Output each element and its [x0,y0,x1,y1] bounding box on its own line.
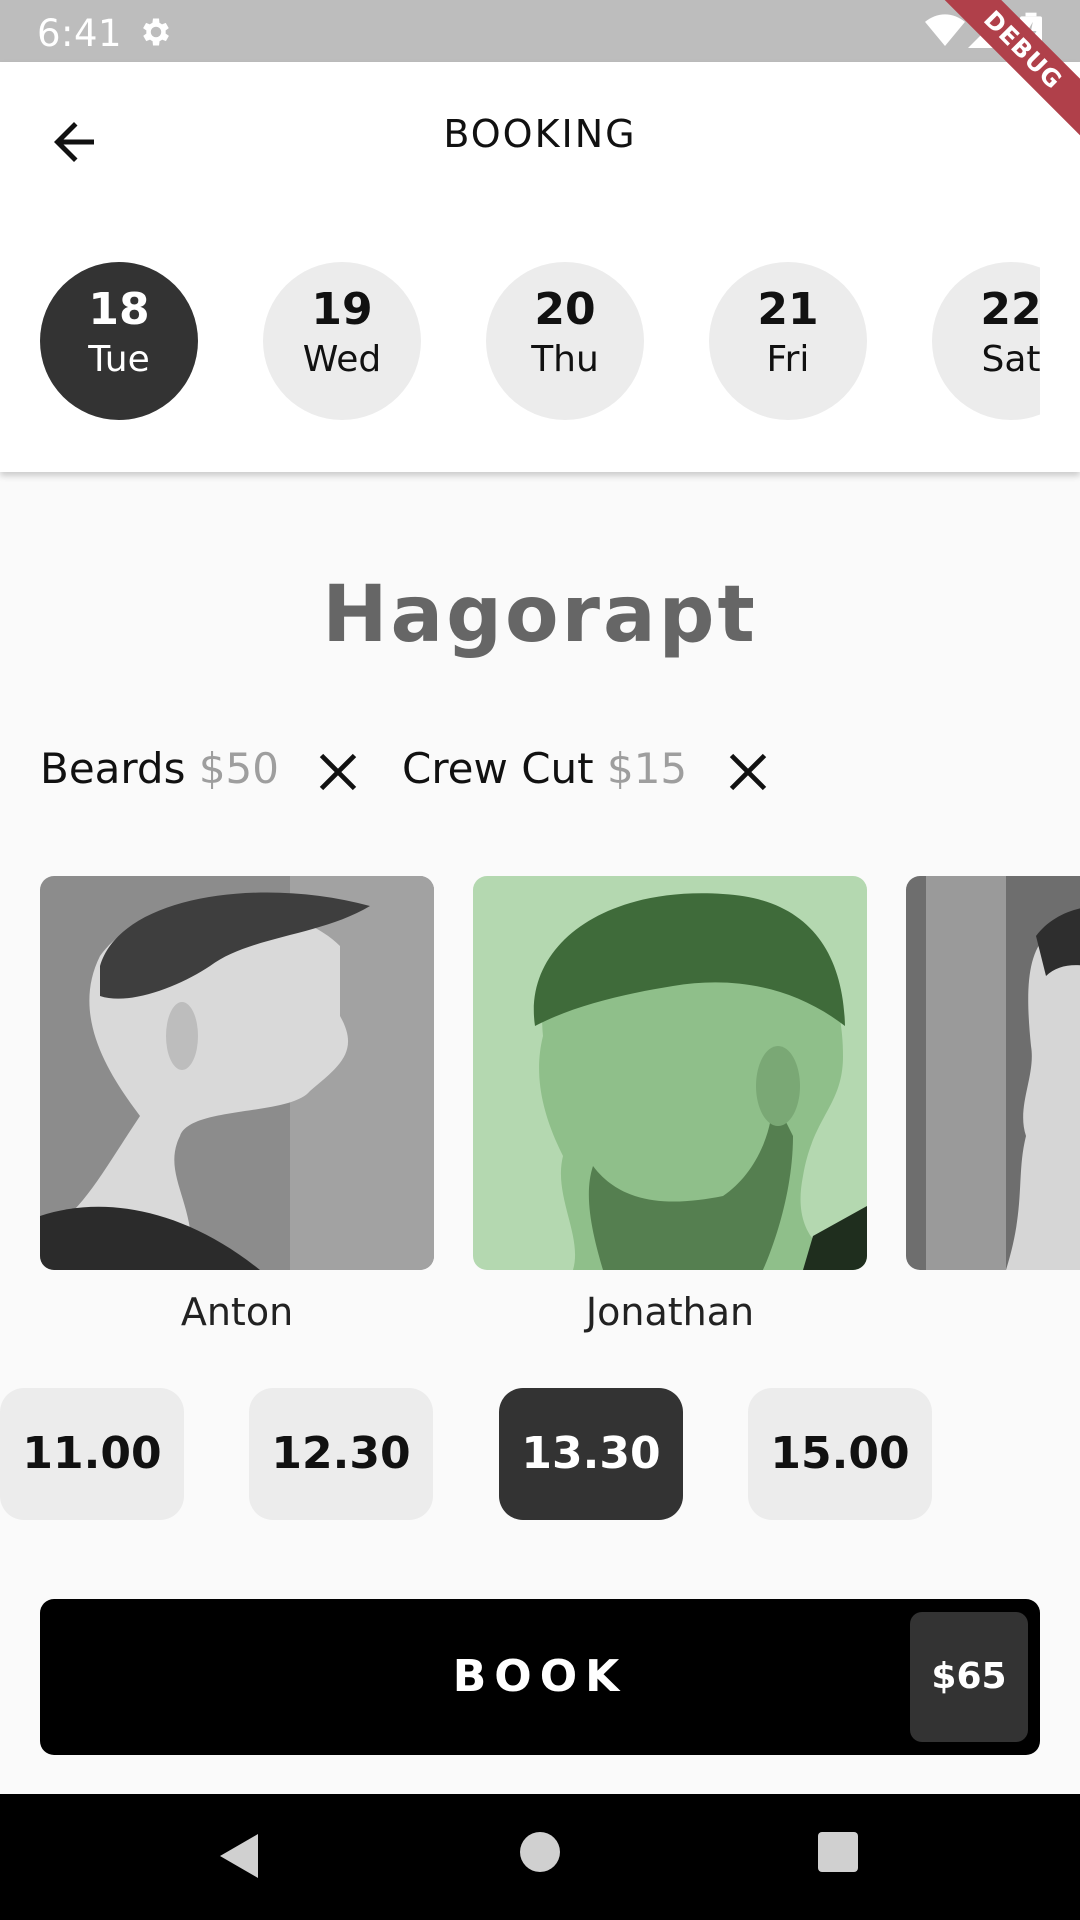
date-weekday: Thu [531,339,599,380]
status-bar: 6:41 DEBUG [0,0,1080,146]
time-slot-selector: 11.00 12.30 13.30 15.00 [0,1388,1080,1522]
remove-service-close-icon[interactable] [726,750,770,794]
nav-home-icon[interactable] [520,1832,560,1872]
date-day: 20 [534,284,596,335]
date-chip-19[interactable]: 19 Wed [263,262,421,420]
service-price: $50 [198,744,279,793]
barber-card-anton[interactable]: Anton [40,876,434,1334]
settings-gear-icon [143,18,169,46]
nav-recents-icon[interactable] [818,1832,858,1872]
date-day: 21 [757,284,819,335]
time-slot-13-30[interactable]: 13.30 [499,1388,683,1520]
barber-card-j[interactable]: J [906,876,1080,1334]
service-name: Beards [40,744,186,793]
date-chip-18[interactable]: 18 Tue [40,262,198,420]
date-weekday: Sat [981,339,1040,380]
service-chip-beards: Beards $50 [40,744,279,793]
barber-photo [40,876,434,1270]
shop-name: Hagorapt [322,570,758,660]
barber-name: Jonathan [585,1290,755,1334]
time-slot-12-30[interactable]: 12.30 [249,1388,433,1520]
date-weekday: Fri [766,339,810,380]
date-chip-22[interactable]: 22 Sat [932,262,1040,420]
barber-name: J [906,1290,1080,1334]
date-day: 19 [311,284,373,335]
date-day: 22 [980,284,1040,335]
date-weekday: Tue [88,339,150,380]
date-chip-21[interactable]: 21 Fri [709,262,867,420]
book-button[interactable]: BOOK $65 [40,1599,1040,1755]
date-weekday: Wed [302,339,382,380]
nav-back-icon[interactable] [218,1832,260,1880]
service-chip-crew-cut: Crew Cut $15 [402,744,687,793]
total-price-badge: $65 [910,1612,1028,1742]
status-time: 6:41 [37,12,123,55]
book-button-label: BOOK [452,1651,628,1702]
date-day: 18 [88,284,150,335]
date-chip-20[interactable]: 20 Thu [486,262,644,420]
system-nav-bar [0,1794,1080,1920]
time-slot-15-00[interactable]: 15.00 [748,1388,932,1520]
date-selector: 18 Tue 19 Wed 20 Thu 21 Fri 22 Sat [0,262,1040,422]
time-slot-11-00[interactable]: 11.00 [0,1388,184,1520]
remove-service-close-icon[interactable] [316,750,360,794]
barber-carousel: Anton Jonathan J [0,876,1080,1346]
wifi-icon [925,14,965,47]
page-title: BOOKING [443,112,637,156]
booking-header: BOOKING 18 Tue 19 Wed 20 Thu 21 Fri 22 S… [0,62,1080,472]
barber-card-jonathan[interactable]: Jonathan [473,876,867,1334]
barber-photo [473,876,867,1270]
barber-name: Anton [180,1290,294,1334]
barber-photo [906,876,1080,1270]
service-name: Crew Cut [402,744,594,793]
service-price: $15 [606,744,688,793]
